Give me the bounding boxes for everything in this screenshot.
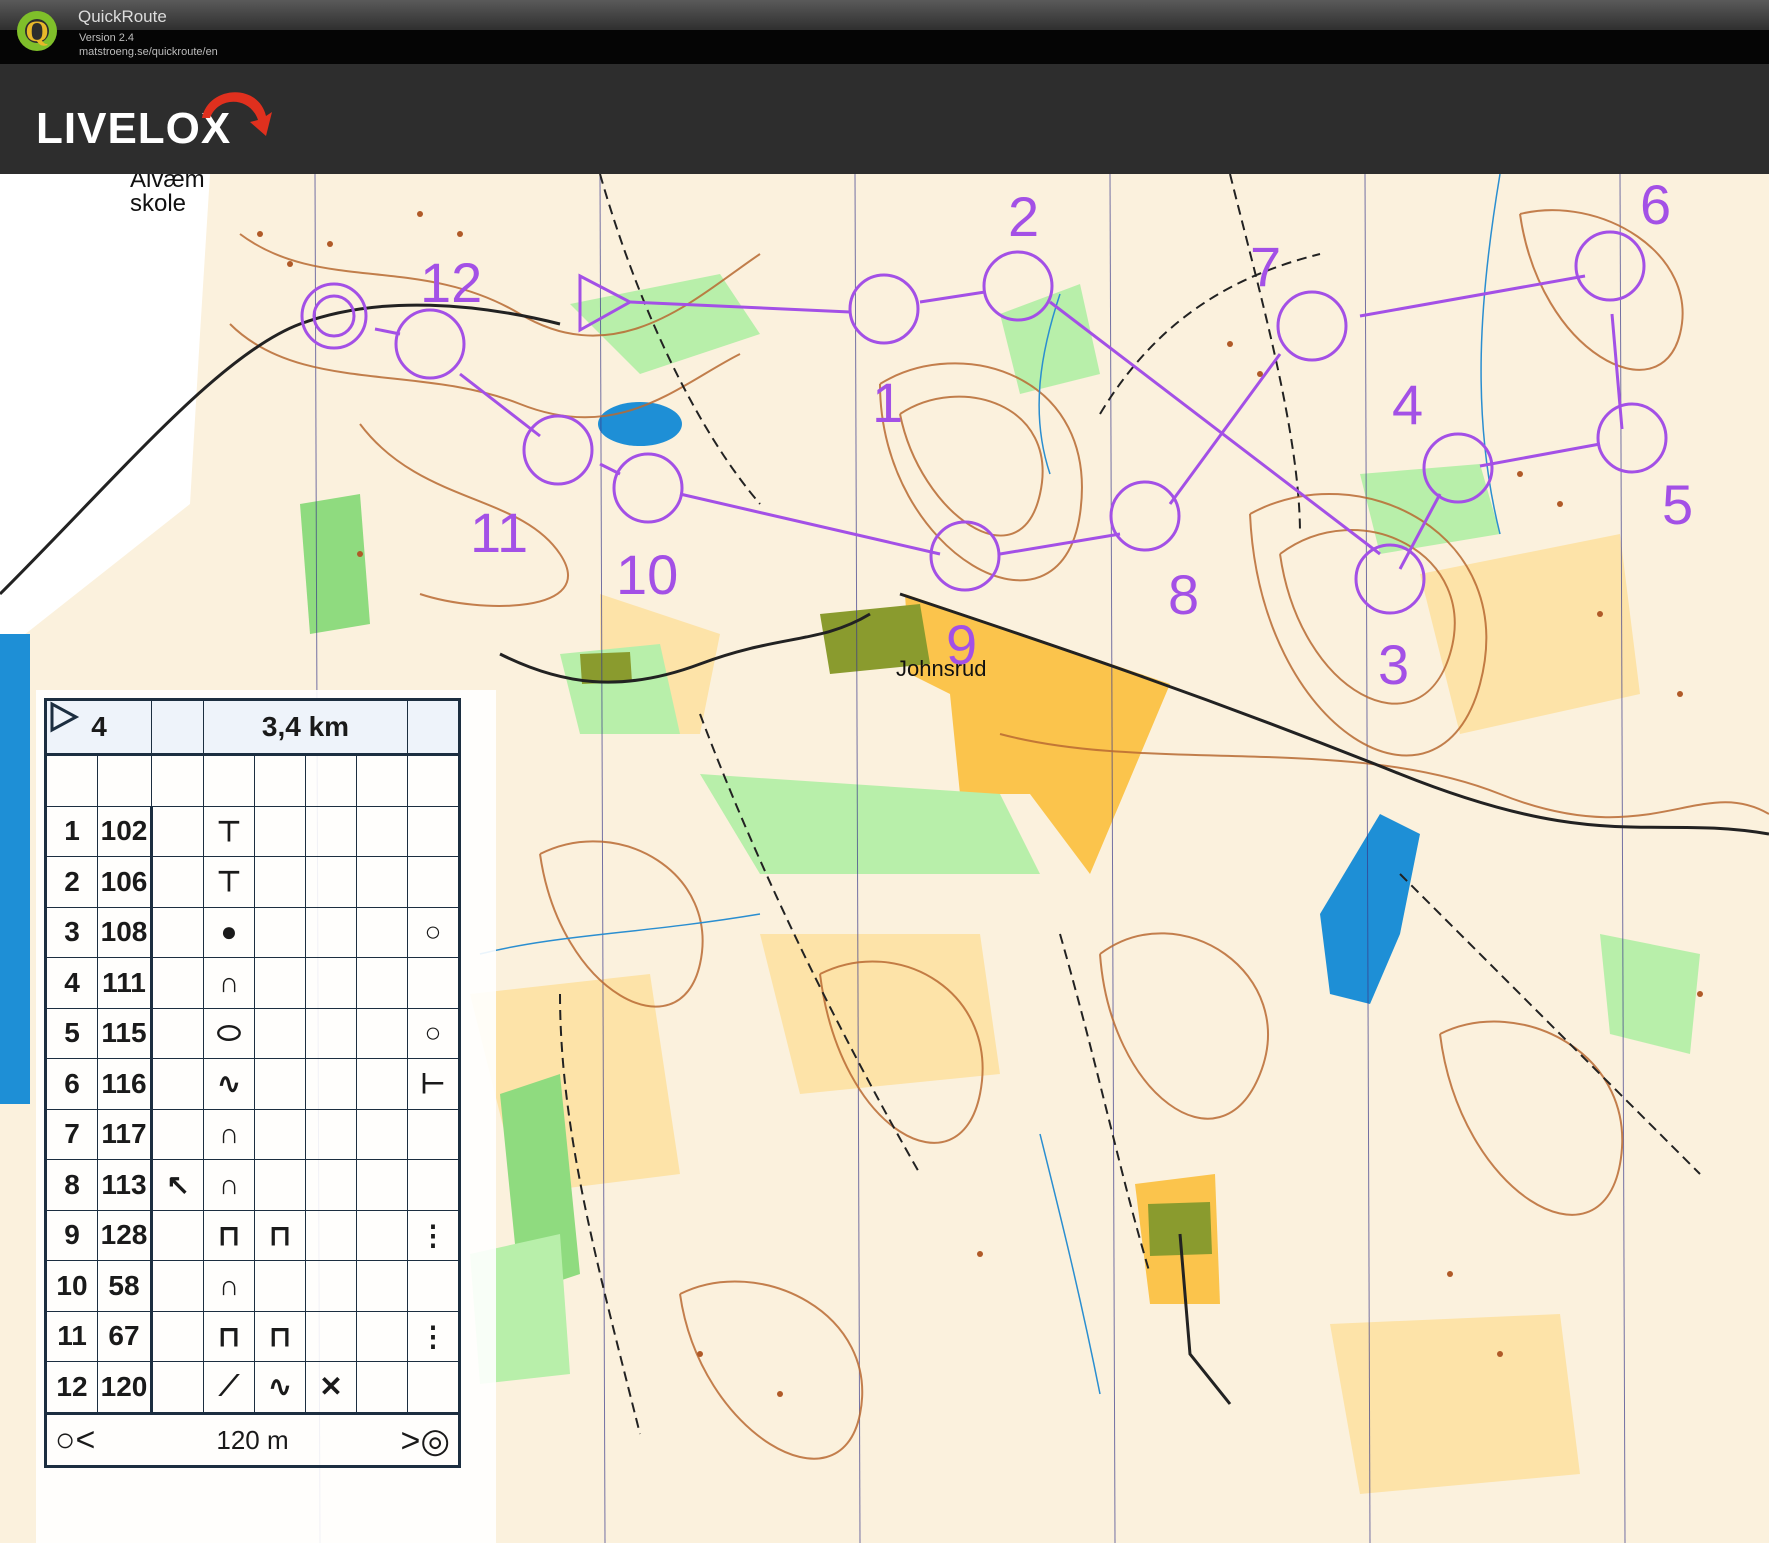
control-code: 115 [97,1007,153,1059]
position-symbol-icon: ○ [407,906,460,958]
livelox-swoosh-icon [202,92,272,136]
orienteering-map[interactable]: Alvæm skole Johnsrud 1 2 3 4 5 6 7 8 9 1… [0,174,1769,1543]
control-order: 8 [45,1159,98,1211]
control-code: 120 [97,1361,153,1414]
position-symbol-icon: ○ [407,1007,460,1059]
between-symbol-icon: ⋮ [407,1310,460,1362]
control-order: 9 [45,1209,98,1261]
description-table: 4 3,4 km 1 102 ⊤ 2 106 ⊤ 3 108 ● ○ 4 111… [44,698,461,1468]
finish-row: ○< 120 m >◎ [45,1411,460,1467]
control-code: 117 [97,1108,153,1160]
quickroute-logo-icon: Q [17,11,57,51]
svg-text:Q: Q [25,15,48,48]
description-row: 3 108 ● ○ [45,906,460,958]
title-bar-lower [0,30,1769,64]
description-header-row: 4 3,4 km [45,699,460,756]
knoll-symbol-icon: ∩ [203,1108,255,1160]
place-name: skole [130,190,187,217]
control-code: 102 [97,805,153,857]
course-length: 3,4 km [203,699,408,756]
version-label: Version 2.4 [79,32,135,44]
livelox-header: LIVELOX [0,64,1769,174]
description-row: 9 128 ⊓ ⊓ ⋮ [45,1209,460,1261]
description-row: 2 106 ⊤ [45,856,460,908]
start-triangle-icon [50,700,79,733]
between-symbol-icon: ⋮ [407,1209,460,1261]
finish-from-control-icon: ○< [55,1420,96,1459]
path-end-symbol-icon: ⊤ [203,805,255,857]
knoll-symbol-icon: ∩ [203,1260,255,1312]
description-row: 4 111 ∩ [45,957,460,1009]
control-code: 128 [97,1209,153,1261]
rock-face-symbol-icon: ⊓ [203,1310,255,1362]
boulder-symbol-icon: ● [203,906,255,958]
rock-face-symbol-icon: ⊓ [254,1310,306,1362]
control-order: 5 [45,1007,98,1059]
control-code: 116 [97,1058,153,1110]
control-code: 67 [97,1310,153,1362]
description-row: 11 67 ⊓ ⊓ ⋮ [45,1310,460,1362]
knoll-symbol-icon: ∩ [203,957,255,1009]
crossing-symbol-icon: ⟋ [203,1361,255,1414]
control-order: 12 [45,1361,98,1414]
cross-symbol-icon: ✕ [305,1361,357,1414]
control-order: 6 [45,1058,98,1110]
app-version: Version 2.4 matstroeng.se/quickroute/en [79,31,218,59]
location-symbol-icon: ⊢ [407,1058,460,1110]
description-row: 10 58 ∩ [45,1260,460,1312]
description-row: 7 117 ∩ [45,1108,460,1160]
description-row: 8 113 ↖ ∩ [45,1159,460,1211]
description-row: 5 115 ⬭ ○ [45,1007,460,1059]
knoll-symbol-icon: ∩ [203,1159,255,1211]
finish-distance: 120 m [216,1424,289,1455]
app-title: QuickRoute [78,7,167,26]
control-order: 10 [45,1260,98,1312]
control-code: 58 [97,1260,153,1312]
start-row [45,700,460,807]
control-order: 3 [45,906,98,958]
app-url[interactable]: matstroeng.se/quickroute/en [79,45,218,59]
control-code: 108 [97,906,153,958]
control-order: 1 [45,805,98,857]
depression-symbol-icon: ⬭ [203,1007,255,1059]
place-name: Johnsrud [896,656,987,681]
finish-icon: >◎ [400,1421,450,1460]
rock-face-symbol-icon: ⊓ [254,1209,306,1261]
title-bar [0,0,1769,30]
control-code: 106 [97,856,153,908]
gully-symbol-icon: ∿ [254,1361,306,1414]
gully-symbol-icon: ∿ [203,1058,255,1110]
rock-face-symbol-icon: ⊓ [203,1209,255,1261]
control-order: 4 [45,957,98,1009]
path-end-symbol-icon: ⊤ [203,856,255,908]
description-row: 12 120 ⟋ ∿ ✕ [45,1361,460,1414]
control-description-sheet: 4 3,4 km 1 102 ⊤ 2 106 ⊤ 3 108 ● ○ 4 111… [36,690,496,1543]
control-order: 2 [45,856,98,908]
description-row: 1 102 ⊤ [45,805,460,857]
control-order: 7 [45,1108,98,1160]
description-row: 6 116 ∿ ⊢ [45,1058,460,1110]
direction-arrow-icon: ↖ [151,1159,204,1211]
control-order: 11 [45,1310,98,1362]
control-code: 113 [97,1159,153,1211]
control-code: 111 [97,957,153,1009]
